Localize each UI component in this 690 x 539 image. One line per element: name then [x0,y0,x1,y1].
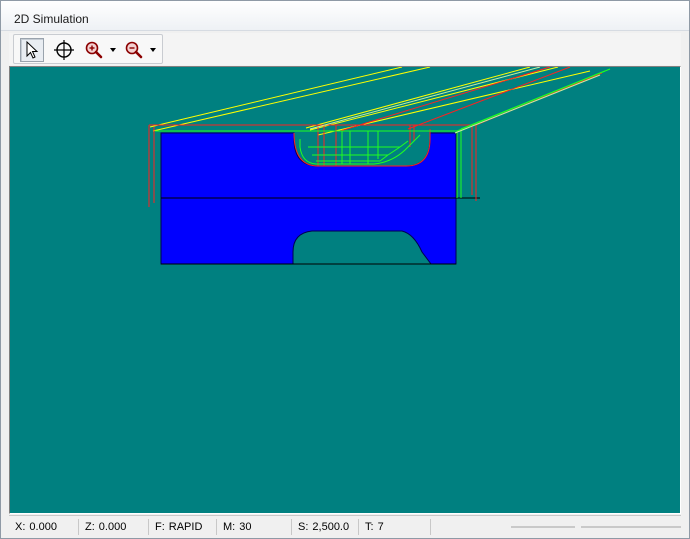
title-bar[interactable]: 2D Simulation [1,1,689,31]
status-x: X: 0.000 [9,519,79,535]
status-t-value: 7 [377,521,384,533]
crosshair-icon [54,40,74,60]
status-spindle: S: 2,500.0 [292,519,359,535]
select-button[interactable] [20,38,44,62]
status-m: M: 30 [217,519,292,535]
simulation-window: 2D Simulation X: 0.000 Z: 0.000 F: RAPID… [0,0,690,539]
status-f-label: F: [155,521,165,533]
center-button[interactable] [52,38,76,62]
status-f-value: RAPID [168,521,203,533]
status-tool: T: 7 [359,519,431,535]
toolbar [9,33,681,65]
zoom-in-icon [85,41,103,59]
select-arrow-icon [26,40,39,59]
status-z: Z: 0.000 [79,519,149,535]
status-x-value: 0.000 [29,521,57,533]
status-bar: X: 0.000 Z: 0.000 F: RAPID M: 30 S: 2,500.0 T… [9,515,681,537]
status-s-label: S: [298,521,309,533]
zoom-out-button[interactable] [122,38,146,62]
status-m-value: 30 [239,521,252,533]
status-s-value: 2,500.0 [312,521,350,533]
status-t-label: T: [365,521,374,533]
chevron-down-icon [110,48,116,52]
trace-lines [309,67,601,134]
toolpath-drawing [148,67,611,265]
window-title: 2D Simulation [14,12,89,26]
zoom-in-button[interactable] [82,38,106,62]
resize-grip[interactable] [511,524,681,530]
status-m-label: M: [223,521,236,533]
status-feed: F: RAPID [149,519,217,535]
zoom-in-dropdown[interactable] [108,38,118,62]
chevron-down-icon [150,48,156,52]
simulation-canvas[interactable] [9,66,681,514]
status-z-label: Z: [85,521,95,533]
toolbar-group [13,34,163,64]
zoom-out-dropdown[interactable] [148,38,158,62]
zoom-out-icon [125,41,143,59]
status-x-label: X: [15,521,26,533]
status-z-value: 0.000 [98,521,127,533]
